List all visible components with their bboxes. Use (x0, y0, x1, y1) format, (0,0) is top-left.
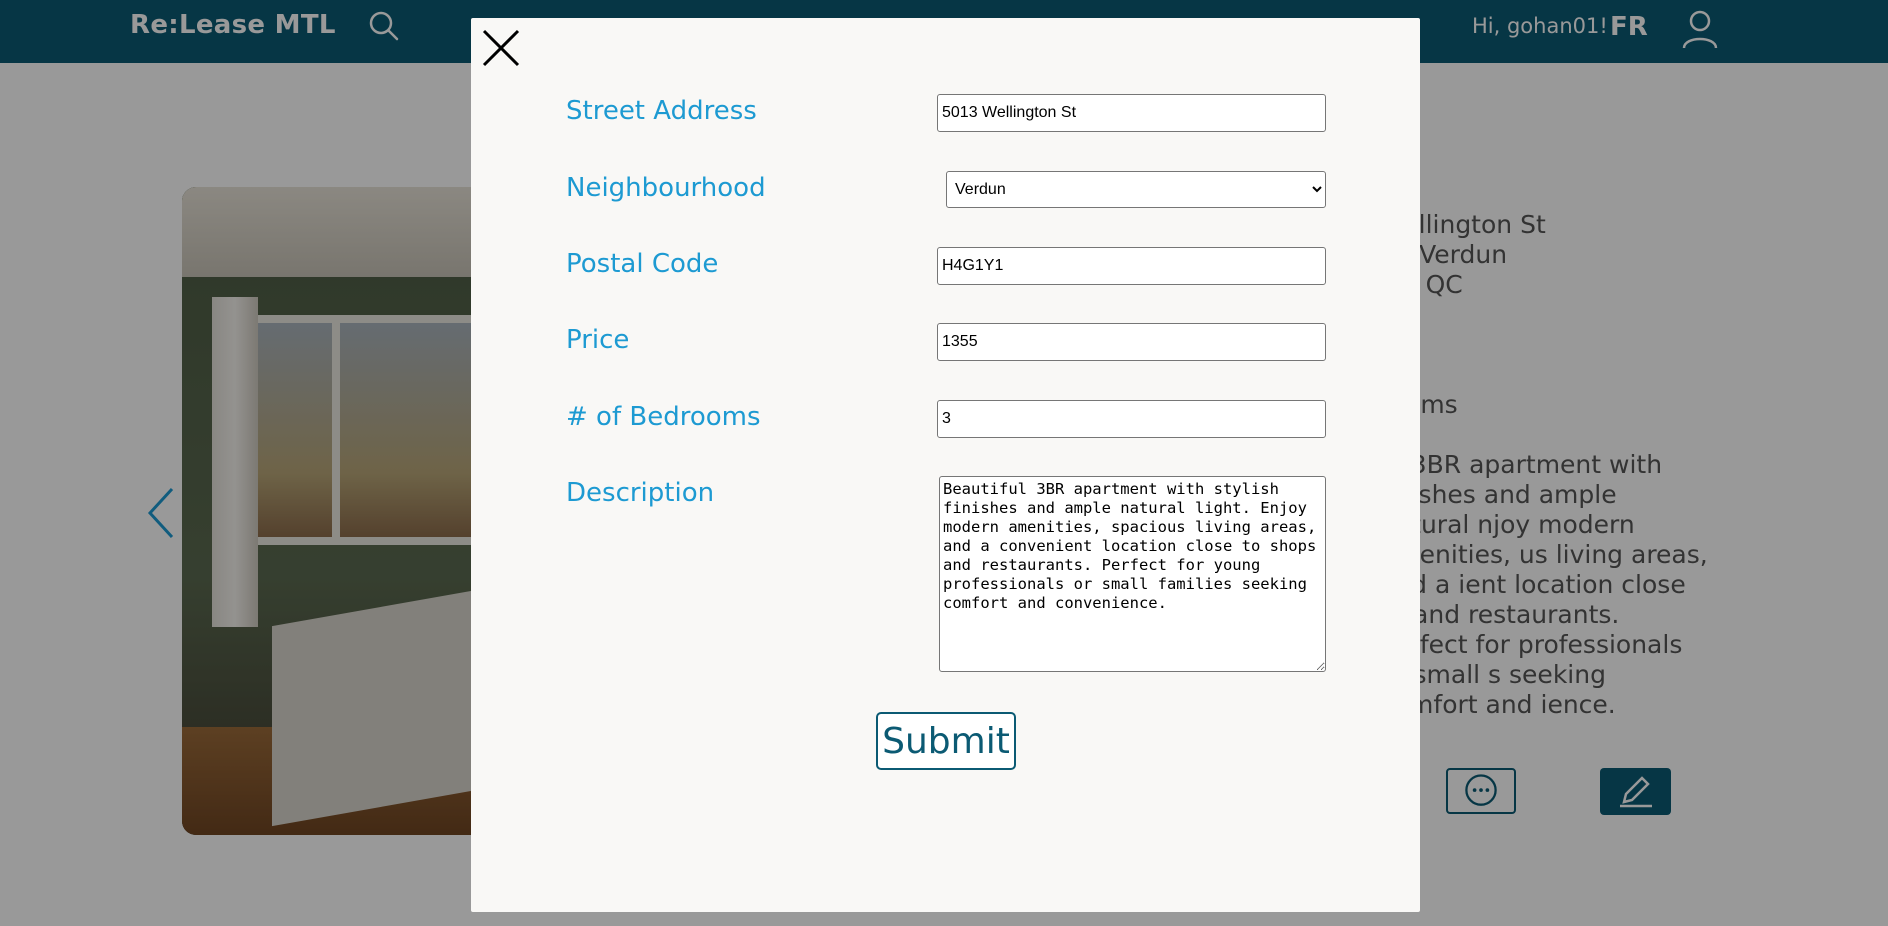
submit-button[interactable]: Submit (876, 712, 1016, 770)
street-address-label: Street Address (566, 96, 757, 126)
postal-code-input[interactable] (937, 247, 1326, 285)
bedrooms-label: # of Bedrooms (566, 402, 761, 432)
description-textarea[interactable]: Beautiful 3BR apartment with stylish fin… (939, 476, 1326, 672)
street-address-input[interactable] (937, 94, 1326, 132)
description-label: Description (566, 478, 715, 508)
price-label: Price (566, 325, 630, 355)
price-input[interactable] (937, 323, 1326, 361)
edit-listing-modal: Street Address Neighbourhood Verdun Post… (471, 18, 1420, 912)
close-icon[interactable] (481, 28, 521, 68)
neighbourhood-select[interactable]: Verdun (946, 171, 1326, 208)
neighbourhood-label: Neighbourhood (566, 173, 766, 203)
bedrooms-input[interactable] (937, 400, 1326, 438)
postal-code-label: Postal Code (566, 249, 719, 279)
